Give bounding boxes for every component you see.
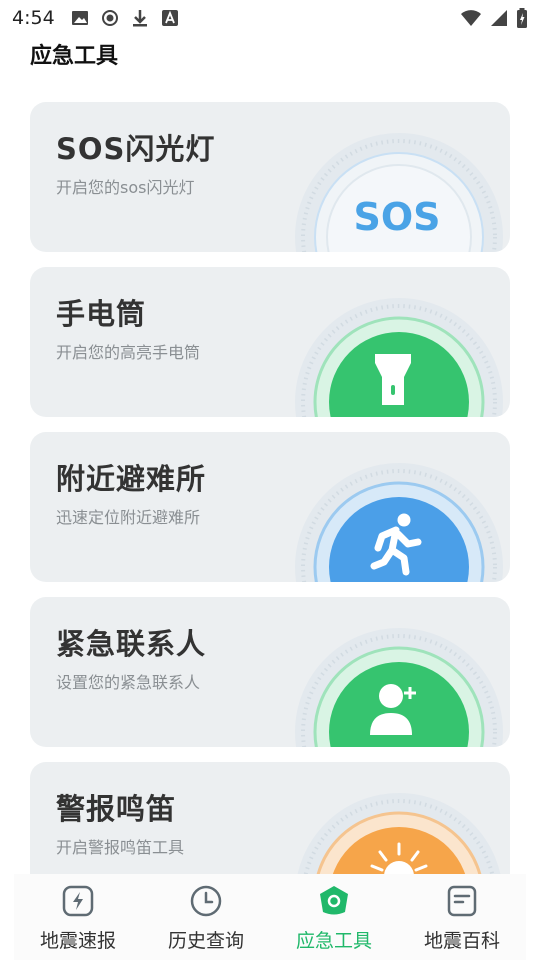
status-bar: 4:54 [0,0,540,36]
card-title: 警报鸣笛 [56,792,177,826]
battery-icon [517,8,527,28]
download-icon [132,10,147,27]
signal-icon [491,10,507,26]
text-a-icon [161,10,178,26]
emergency-contact-card[interactable]: 紧急联系人 设置您的紧急联系人 [30,597,510,747]
card-subtitle: 开启警报鸣笛工具 [56,838,185,857]
page-title: 应急工具 [30,44,119,69]
status-system-icons [460,8,528,28]
status-time: 4:54 [12,7,55,29]
record-icon [101,10,118,26]
siren-card[interactable]: 警报鸣笛 开启警报鸣笛工具 [30,762,510,874]
card-title: 紧急联系人 [56,627,207,661]
nav-item-earthquake-encyclopedia[interactable]: 地震百科 [398,884,526,953]
card-title: SOS闪光灯 [56,132,216,166]
flashlight-card[interactable]: 手电筒 开启您的高亮手电筒 [30,267,510,417]
image-icon [71,11,88,25]
sos-icon: SOS [295,133,503,252]
sos-badge-text: SOS [353,195,440,239]
card-title: 附近避难所 [56,462,207,496]
nav-label: 应急工具 [295,930,372,952]
lightning-icon [62,885,94,917]
card-subtitle: 开启您的sos闪光灯 [56,178,195,197]
nav-label: 地震百科 [423,930,500,952]
clock-icon [190,885,222,917]
nav-item-earthquake-news[interactable]: 地震速报 [14,884,142,953]
nav-item-emergency-tools[interactable]: 应急工具 [270,884,398,953]
siren-icon [297,793,501,874]
book-icon [447,885,477,917]
nearby-shelter-card[interactable]: 附近避难所 迅速定位附近避难所 [30,432,510,582]
add-contact-icon [295,628,503,747]
card-subtitle: 开启您的高亮手电筒 [56,343,201,362]
bottom-nav: 地震速报 历史查询 应急工具 地震百科 [14,874,526,960]
card-subtitle: 迅速定位附近避难所 [56,508,201,527]
nav-label: 历史查询 [167,930,244,952]
nav-item-history-query[interactable]: 历史查询 [142,884,270,953]
card-subtitle: 设置您的紧急联系人 [56,673,201,692]
sos-flashlight-card[interactable]: SOS闪光灯 开启您的sos闪光灯 SOS [30,102,510,252]
flashlight-icon [295,298,503,417]
nav-label: 地震速报 [39,930,116,952]
card-title: 手电筒 [56,297,147,331]
shield-icon [320,886,348,915]
running-person-icon [295,463,503,582]
status-notification-icons [71,9,179,27]
wifi-icon [461,10,481,26]
